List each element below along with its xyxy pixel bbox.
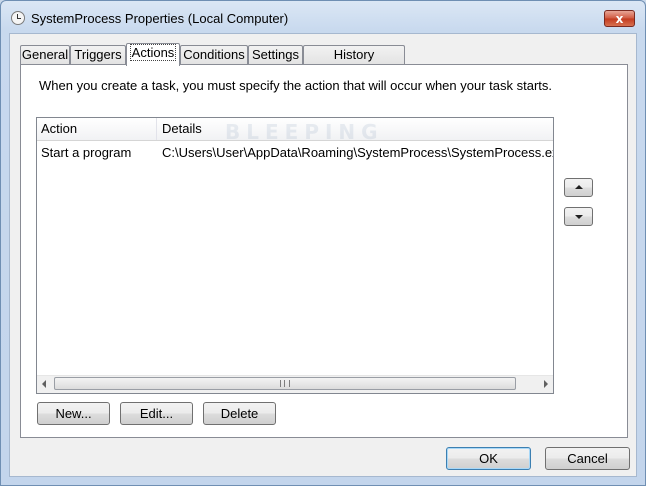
instruction-text: When you create a task, you must specify… xyxy=(39,78,553,93)
edit-button[interactable]: Edit... xyxy=(120,402,193,425)
tab-history[interactable]: History (disabled) xyxy=(303,45,405,80)
close-button[interactable]: x xyxy=(604,10,635,27)
title-bar[interactable]: SystemProcess Properties (Local Computer… xyxy=(1,1,645,37)
scroll-right-icon[interactable] xyxy=(544,380,548,388)
properties-window: SystemProcess Properties (Local Computer… xyxy=(0,0,646,486)
horizontal-scrollbar[interactable] xyxy=(37,375,553,393)
ok-button[interactable]: OK xyxy=(446,447,531,470)
actions-list[interactable]: BLEEPING Action Details Start a program … xyxy=(36,117,554,394)
arrow-down-icon xyxy=(575,215,583,219)
tab-conditions[interactable]: Conditions xyxy=(180,45,248,64)
column-header-details[interactable]: Details xyxy=(162,121,202,136)
column-divider[interactable] xyxy=(156,118,157,140)
list-header: BLEEPING Action Details xyxy=(37,118,553,144)
clock-icon xyxy=(11,11,25,25)
column-header-action[interactable]: Action xyxy=(41,121,77,136)
new-button[interactable]: New... xyxy=(37,402,110,425)
tab-actions[interactable]: Actions xyxy=(126,43,180,66)
tab-actions-label: Actions xyxy=(129,44,177,61)
move-down-button[interactable] xyxy=(564,207,593,226)
row-action-cell: Start a program xyxy=(41,145,132,160)
delete-button[interactable]: Delete xyxy=(203,402,276,425)
scroll-thumb[interactable] xyxy=(54,377,516,390)
dialog-client-area: General Triggers Actions Conditions Sett… xyxy=(9,33,637,477)
tab-triggers[interactable]: Triggers xyxy=(70,45,126,64)
window-title: SystemProcess Properties (Local Computer… xyxy=(31,11,289,26)
tab-general[interactable]: General xyxy=(20,45,70,64)
actions-panel: When you create a task, you must specify… xyxy=(20,64,628,438)
table-row[interactable]: Start a program C:\Users\User\AppData\Ro… xyxy=(37,141,553,163)
arrow-up-icon xyxy=(575,185,583,189)
scroll-left-icon[interactable] xyxy=(42,380,46,388)
move-up-button[interactable] xyxy=(564,178,593,197)
tab-settings[interactable]: Settings xyxy=(248,45,303,64)
cancel-button[interactable]: Cancel xyxy=(545,447,630,470)
row-details-cell: C:\Users\User\AppData\Roaming\SystemProc… xyxy=(162,145,554,160)
grip-icon xyxy=(280,380,290,387)
